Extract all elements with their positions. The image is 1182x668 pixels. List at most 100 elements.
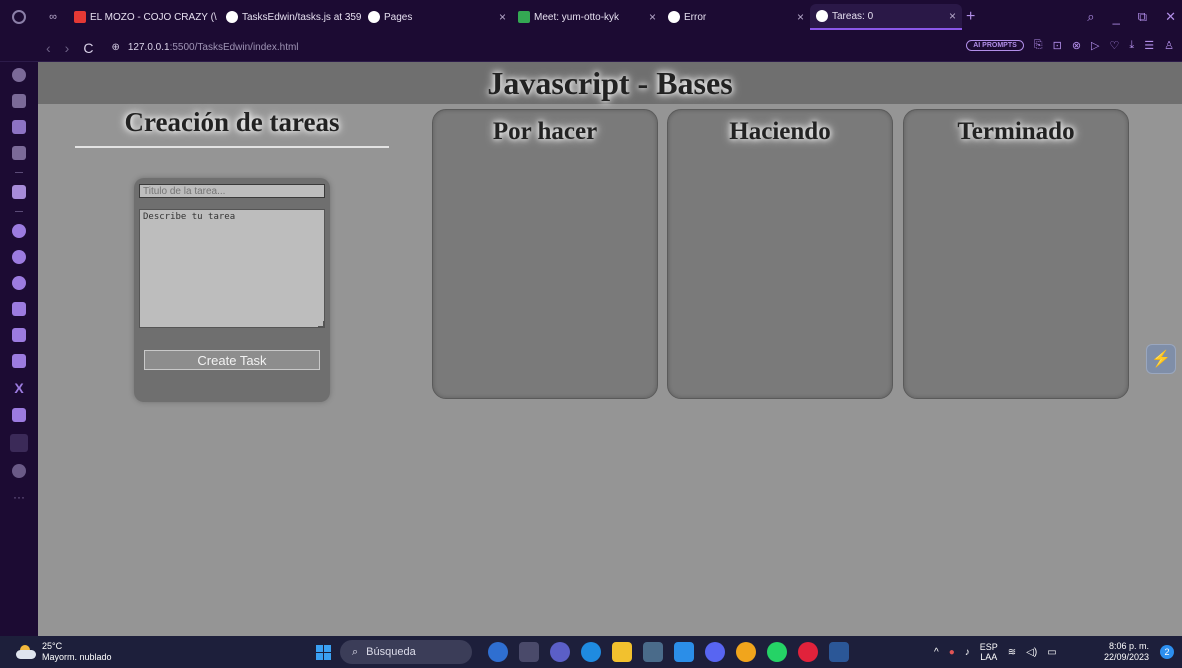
discord-taskbar-icon[interactable] xyxy=(705,642,725,662)
messenger-icon[interactable] xyxy=(12,224,26,238)
browser-sidebar: X ··· xyxy=(0,62,38,636)
site-info-icon[interactable]: ⊕ xyxy=(111,42,119,53)
clock[interactable]: 8:06 p. m. 22/09/2023 xyxy=(1104,641,1149,663)
settings-gear-icon[interactable] xyxy=(12,464,26,478)
github-icon xyxy=(226,11,238,23)
extension-lightning-icon[interactable]: ⚡ xyxy=(1146,344,1176,374)
telegram-icon[interactable] xyxy=(12,276,26,290)
adblock-icon[interactable]: ⊗ xyxy=(1072,39,1081,52)
easy-setup-icon[interactable]: ☰ xyxy=(1144,39,1154,52)
globe-icon xyxy=(816,10,828,22)
whatsapp-taskbar-icon[interactable] xyxy=(767,642,787,662)
tab-close-icon[interactable]: × xyxy=(493,10,506,24)
wifi-icon[interactable]: ≋ xyxy=(1008,647,1016,658)
crypto-wallet-icon[interactable] xyxy=(12,94,26,108)
edge-icon[interactable] xyxy=(581,642,601,662)
word-icon[interactable] xyxy=(829,642,849,662)
discord-icon[interactable] xyxy=(12,408,26,422)
player-icon[interactable]: ▷ xyxy=(1091,39,1099,52)
x-twitter-icon[interactable]: X xyxy=(14,380,23,396)
tab-youtube[interactable]: EL MOZO - COJO CRAZY (\ × xyxy=(68,4,220,30)
column-title: Haciendo xyxy=(729,118,831,145)
instagram-icon[interactable] xyxy=(12,328,26,342)
workspace-icon[interactable] xyxy=(12,146,26,160)
column-haciendo[interactable]: Haciendo xyxy=(667,109,893,399)
task-view-icon[interactable] xyxy=(519,642,539,662)
page-content: Javascript - Bases Creación de tareas De… xyxy=(38,62,1182,636)
nav-buttons: ‹ › C xyxy=(46,40,93,56)
cloudy-weather-icon xyxy=(16,645,36,659)
weather-text: Mayorm. nublado xyxy=(42,652,112,662)
reload-button[interactable]: C xyxy=(83,40,93,56)
tab-close-icon[interactable]: × xyxy=(791,10,804,24)
vscode-icon[interactable] xyxy=(674,642,694,662)
bing-icon[interactable] xyxy=(488,642,508,662)
opera-gx-icon[interactable] xyxy=(798,642,818,662)
minimize-button[interactable]: _ xyxy=(1113,10,1120,25)
sidebar-divider xyxy=(15,172,23,173)
snapshot-icon[interactable]: ⊡ xyxy=(1053,39,1062,52)
language-indicator[interactable]: ESP LAA xyxy=(980,642,998,662)
tab-close-icon[interactable]: × xyxy=(943,9,956,23)
page-header: Javascript - Bases xyxy=(38,62,1182,104)
windows-taskbar: 25°C Mayorm. nublado ⌕ Búsqueda ^ ● ♪ ES… xyxy=(0,636,1182,668)
profile-icon[interactable]: ♙ xyxy=(1164,39,1174,52)
vk-icon[interactable] xyxy=(12,302,26,316)
tab-github-tasks[interactable]: TasksEdwin/tasks.js at 359 × xyxy=(220,4,362,30)
search-tabs-icon[interactable]: ⌕ xyxy=(1087,9,1094,25)
teams-chat-icon[interactable] xyxy=(550,642,570,662)
tab-label: Meet: yum-otto-kyk xyxy=(534,11,620,23)
temperature: 25°C xyxy=(42,641,63,651)
file-explorer-icon[interactable] xyxy=(612,642,632,662)
url-path: :5500/TasksEdwin/index.html xyxy=(169,42,299,53)
windows-start-icon[interactable] xyxy=(316,645,331,660)
new-tab-button[interactable]: + xyxy=(966,8,975,26)
chrome-icon[interactable] xyxy=(736,642,756,662)
column-por-hacer[interactable]: Por hacer xyxy=(432,109,658,399)
network-status-icon[interactable]: ● xyxy=(949,647,955,658)
tab-google-meet[interactable]: Meet: yum-otto-kyk × xyxy=(512,4,662,30)
globe-icon xyxy=(668,11,680,23)
tab-menu-icon[interactable]: ∞ xyxy=(38,11,68,23)
tiktok-icon[interactable] xyxy=(12,354,26,368)
download-icon[interactable]: ⤓ xyxy=(1129,39,1134,52)
store-icon[interactable] xyxy=(643,642,663,662)
url-field[interactable]: ⊕ 127.0.0.1:5500/TasksEdwin/index.html xyxy=(111,42,298,53)
tab-tareas[interactable]: Tareas: 0 × xyxy=(810,4,962,30)
taskbar-search[interactable]: ⌕ Búsqueda xyxy=(340,640,472,664)
twitch-icon[interactable] xyxy=(12,120,26,134)
more-icon[interactable]: ··· xyxy=(13,490,25,504)
weather-widget[interactable]: 25°C Mayorm. nublado xyxy=(16,641,112,663)
notification-badge[interactable]: 2 xyxy=(1160,645,1174,659)
create-section-title: Creación de tareas xyxy=(124,107,340,137)
bookmark-heart-icon[interactable]: ♡ xyxy=(1110,39,1120,52)
aria-icon[interactable] xyxy=(12,68,26,82)
tab-error[interactable]: Error × xyxy=(662,4,810,30)
create-task-button[interactable]: Create Task xyxy=(144,350,320,370)
workspace-2-icon[interactable] xyxy=(12,185,26,199)
whatsapp-icon[interactable] xyxy=(12,250,26,264)
search-placeholder: Búsqueda xyxy=(366,646,416,658)
maximize-button[interactable]: ⧉ xyxy=(1138,9,1147,25)
column-title: Por hacer xyxy=(492,118,598,145)
back-button[interactable]: ‹ xyxy=(46,40,51,56)
ai-prompts-button[interactable]: AI PROMPTS xyxy=(966,40,1024,51)
task-description-textarea[interactable]: Describe tu tarea xyxy=(139,209,325,328)
browser-tab-bar: ∞ EL MOZO - COJO CRAZY (\ × TasksEdwin/t… xyxy=(0,0,1182,34)
player-sidebar-icon[interactable] xyxy=(10,434,28,452)
battery-icon[interactable]: ▭ xyxy=(1047,647,1056,658)
task-title-input[interactable] xyxy=(139,184,325,198)
chevron-up-icon[interactable]: ^ xyxy=(934,647,939,658)
column-terminado[interactable]: Terminado xyxy=(903,109,1129,399)
resize-handle[interactable] xyxy=(318,321,324,327)
microphone-icon[interactable]: ♪ xyxy=(965,647,970,658)
tab-github-pages[interactable]: Pages × xyxy=(362,4,512,30)
opera-logo-icon[interactable] xyxy=(0,0,38,34)
tab-close-icon[interactable]: × xyxy=(643,10,656,24)
forward-button[interactable]: › xyxy=(65,40,70,56)
close-window-button[interactable]: ✕ xyxy=(1165,9,1176,25)
address-tools: AI PROMPTS ⎘ ⊡ ⊗ ▷ ♡ ⤓ ☰ ♙ xyxy=(966,39,1174,52)
youtube-icon xyxy=(74,11,86,23)
share-icon[interactable]: ⎘ xyxy=(1034,39,1043,52)
volume-icon[interactable]: ◁) xyxy=(1026,647,1037,658)
